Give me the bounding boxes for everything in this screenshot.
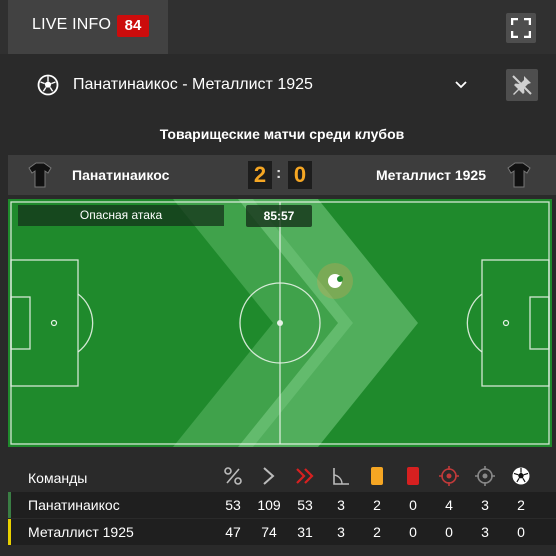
stat-dangerous-attacks: 31 xyxy=(297,524,313,540)
stat-shots-on-target: 4 xyxy=(445,497,453,513)
dangerous-attack-icon xyxy=(296,468,314,484)
chevron-down-icon[interactable] xyxy=(454,80,468,90)
score-separator: : xyxy=(276,165,282,182)
goal-ball-icon xyxy=(512,467,530,485)
stat-possession: 47 xyxy=(225,524,241,540)
top-bar: LIVE INFO 84 xyxy=(0,0,556,54)
away-jersey-icon xyxy=(507,162,531,188)
stats-row-home: Панатинаикос 53 109 53 3 2 0 4 3 2 xyxy=(8,492,556,518)
pitch-visualization: Опасная атака 85:57 xyxy=(8,199,552,447)
stats-team-name: Металлист 1925 xyxy=(28,524,134,540)
expand-icon xyxy=(511,18,531,38)
match-title[interactable]: Панатинаикос - Металлист 1925 xyxy=(73,76,313,94)
tab-live-info[interactable]: LIVE INFO 84 xyxy=(8,0,168,54)
corner-icon xyxy=(333,468,349,485)
tournament-name: Товарищеские матчи среди клубов xyxy=(159,126,405,142)
stat-yellow-cards: 2 xyxy=(373,524,381,540)
soccer-ball-icon xyxy=(37,74,59,96)
stat-shots-on-target: 0 xyxy=(445,524,453,540)
away-score: 0 xyxy=(288,161,312,189)
tab-label: LIVE INFO xyxy=(32,16,112,33)
stat-shots-off-target: 3 xyxy=(481,524,489,540)
stat-attacks: 74 xyxy=(261,524,277,540)
stat-red-cards: 0 xyxy=(409,497,417,513)
live-info-widget: LIVE INFO 84 Панатинаикос - Металлист 19… xyxy=(0,0,556,556)
pin-button[interactable] xyxy=(506,69,538,101)
fullscreen-button[interactable] xyxy=(506,13,536,43)
away-team-color-bar xyxy=(8,519,11,545)
shot-on-target-icon xyxy=(439,466,459,486)
percent-icon xyxy=(224,467,242,485)
attack-arrow-icon xyxy=(263,467,275,485)
stats-row-away: Металлист 1925 47 74 31 3 2 0 0 3 0 xyxy=(8,519,556,545)
stat-goals: 0 xyxy=(517,524,525,540)
home-team-color-bar xyxy=(8,492,11,518)
away-team-name: Металлист 1925 xyxy=(376,167,486,183)
stats-team-name: Панатинаикос xyxy=(28,497,120,513)
home-jersey-icon xyxy=(28,162,52,188)
yellow-card-icon xyxy=(371,467,383,485)
event-label: Опасная атака xyxy=(18,205,224,226)
unpin-icon xyxy=(512,75,532,95)
red-card-icon xyxy=(407,467,419,485)
shot-off-target-icon xyxy=(475,466,495,486)
stat-attacks: 109 xyxy=(257,497,281,513)
home-score: 2 xyxy=(248,161,272,189)
stat-goals: 2 xyxy=(517,497,525,513)
stat-shots-off-target: 3 xyxy=(481,497,489,513)
match-time: 85:57 xyxy=(246,205,312,227)
stat-corners: 3 xyxy=(337,524,345,540)
stats-table: Команды Панатинаикос 53 109 53 3 2 0 4 3… xyxy=(8,456,556,556)
stat-red-cards: 0 xyxy=(409,524,417,540)
live-count-badge: 84 xyxy=(117,15,149,37)
stat-yellow-cards: 2 xyxy=(373,497,381,513)
home-team-name: Панатинаикос xyxy=(72,167,170,183)
scoreboard: Панатинаикос 2 : 0 Металлист 1925 xyxy=(8,155,556,195)
stat-possession: 53 xyxy=(225,497,241,513)
match-selector: Панатинаикос - Металлист 1925 Товарищеск… xyxy=(8,54,556,155)
stat-corners: 3 xyxy=(337,497,345,513)
teams-column-label: Команды xyxy=(28,470,88,486)
stats-header: Команды xyxy=(8,456,556,490)
stat-dangerous-attacks: 53 xyxy=(297,497,313,513)
pitch-svg xyxy=(10,199,550,447)
